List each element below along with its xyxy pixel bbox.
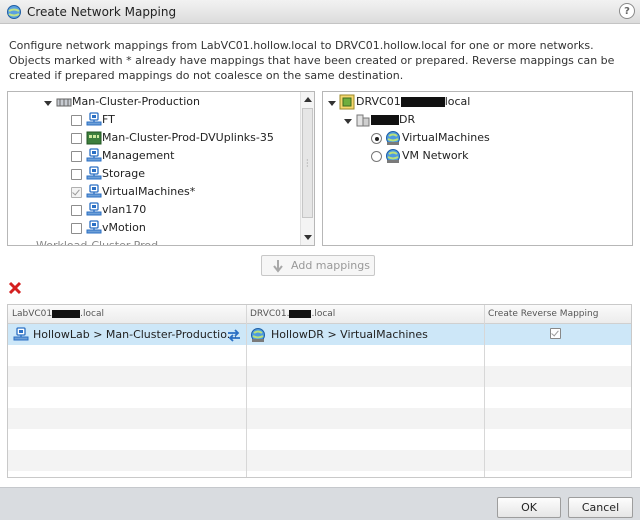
target-cell: HollowDR > VirtualMachines (271, 328, 428, 341)
vcenter-label[interactable]: DRVC01 local (356, 93, 470, 111)
datacenter-name-suffix: DR (399, 113, 416, 126)
datacenter-icon (356, 114, 370, 127)
cluster-icon (56, 98, 72, 107)
tree-item-partial: Workload-Cluster-Prod (36, 239, 159, 246)
source-header-suffix: .local (80, 309, 104, 319)
network-icon (86, 220, 102, 236)
column-divider (246, 305, 247, 477)
network-item-vlan170[interactable]: vlan170 (102, 201, 146, 219)
redacted-block (371, 115, 399, 125)
checkbox-virtualmachines[interactable] (71, 187, 82, 198)
target-network-tree[interactable]: DRVC01 local DR VirtualMachines VM Networ… (322, 91, 633, 246)
empty-row (8, 366, 631, 387)
target-network-vm-network[interactable]: VM Network (402, 147, 468, 165)
radio-virtualmachines[interactable] (371, 133, 382, 144)
dvuplinks-icon (86, 131, 102, 145)
network-item-storage[interactable]: Storage (102, 165, 145, 183)
network-icon (86, 202, 102, 218)
empty-row (8, 408, 631, 429)
radio-vm-network[interactable] (371, 151, 382, 162)
expand-toggle-icon[interactable] (44, 101, 52, 106)
network-icon (86, 184, 102, 200)
network-item-vmotion[interactable]: vMotion (102, 219, 146, 237)
cancel-button[interactable]: Cancel (568, 497, 633, 518)
column-divider (484, 305, 485, 477)
bidirectional-arrow-icon (228, 329, 240, 342)
vcenter-name-prefix: DRVC01 (356, 95, 401, 108)
empty-row (8, 387, 631, 408)
column-header-target[interactable]: DRVC01. .local (246, 305, 484, 323)
network-icon (385, 130, 401, 146)
network-item-dvuplinks[interactable]: Man-Cluster-Prod-DVUplinks-35 (102, 129, 274, 147)
empty-row (8, 429, 631, 450)
help-icon[interactable]: ? (619, 3, 635, 19)
checkbox-management[interactable] (71, 151, 82, 162)
source-cell: HollowLab > Man-Cluster-Productio... (33, 328, 238, 341)
reverse-mapping-checkbox[interactable] (550, 328, 561, 339)
grid-header: LabVC01 .local DRVC01. .local Create Rever… (8, 305, 631, 324)
network-item-management[interactable]: Management (102, 147, 174, 165)
target-network-virtualmachines[interactable]: VirtualMachines (402, 129, 490, 147)
network-icon (13, 327, 29, 343)
vcenter-name-suffix: local (444, 95, 471, 108)
arrow-down-icon (273, 260, 283, 273)
network-icon (385, 148, 401, 164)
grip-icon: · · · (306, 156, 309, 171)
table-row[interactable]: HollowLab > Man-Cluster-Productio... Hol… (8, 324, 631, 345)
column-header-source[interactable]: LabVC01 .local (8, 305, 246, 323)
delete-mapping-icon[interactable] (8, 281, 22, 295)
checkbox-vlan170[interactable] (71, 205, 82, 216)
datacenter-label[interactable]: DR (371, 111, 415, 129)
source-header-prefix: LabVC01 (12, 309, 53, 319)
network-item-ft[interactable]: FT (102, 111, 115, 129)
network-item-virtualmachines[interactable]: VirtualMachines* (102, 183, 195, 201)
checkbox-vmotion[interactable] (71, 223, 82, 234)
network-icon (86, 166, 102, 182)
source-network-tree[interactable]: Man-Cluster-Production FT Man-Cluster-Pr… (7, 91, 315, 246)
description-text: Configure network mappings from LabVC01.… (9, 39, 615, 82)
expand-toggle-icon[interactable] (344, 119, 352, 124)
scroll-up-icon[interactable] (304, 97, 312, 102)
scroll-thumb[interactable]: · · · (302, 108, 313, 218)
tree-cluster-label[interactable]: Man-Cluster-Production (72, 93, 200, 111)
checkbox-storage[interactable] (71, 169, 82, 180)
checkbox-ft[interactable] (71, 115, 82, 126)
empty-row (8, 450, 631, 471)
expand-toggle-icon[interactable] (328, 101, 336, 106)
checkbox-dvuplinks[interactable] (71, 133, 82, 144)
redacted-block (52, 309, 81, 318)
tree-scrollbar[interactable]: · · · (300, 92, 314, 245)
add-mappings-label: Add mappings (291, 259, 370, 272)
vcenter-icon (339, 94, 355, 110)
column-header-reverse[interactable]: Create Reverse Mapping (484, 305, 631, 323)
network-mapping-icon (7, 5, 21, 19)
network-icon (86, 148, 102, 164)
scroll-down-icon[interactable] (304, 235, 312, 240)
network-icon (86, 112, 102, 128)
dialog-footer: OK Cancel (0, 487, 640, 520)
network-icon (250, 327, 266, 343)
title-bar[interactable]: Create Network Mapping ? (0, 0, 640, 24)
target-header-prefix: DRVC01. (250, 309, 290, 319)
redacted-block (400, 97, 445, 107)
dialog-title: Create Network Mapping (27, 5, 177, 19)
add-mappings-button[interactable]: Add mappings (261, 255, 375, 276)
redacted-block (289, 309, 312, 318)
ok-button[interactable]: OK (497, 497, 561, 518)
target-header-suffix: .local (311, 309, 336, 319)
mapping-grid[interactable]: LabVC01 .local DRVC01. .local Create Rever… (7, 304, 632, 478)
empty-row (8, 345, 631, 366)
